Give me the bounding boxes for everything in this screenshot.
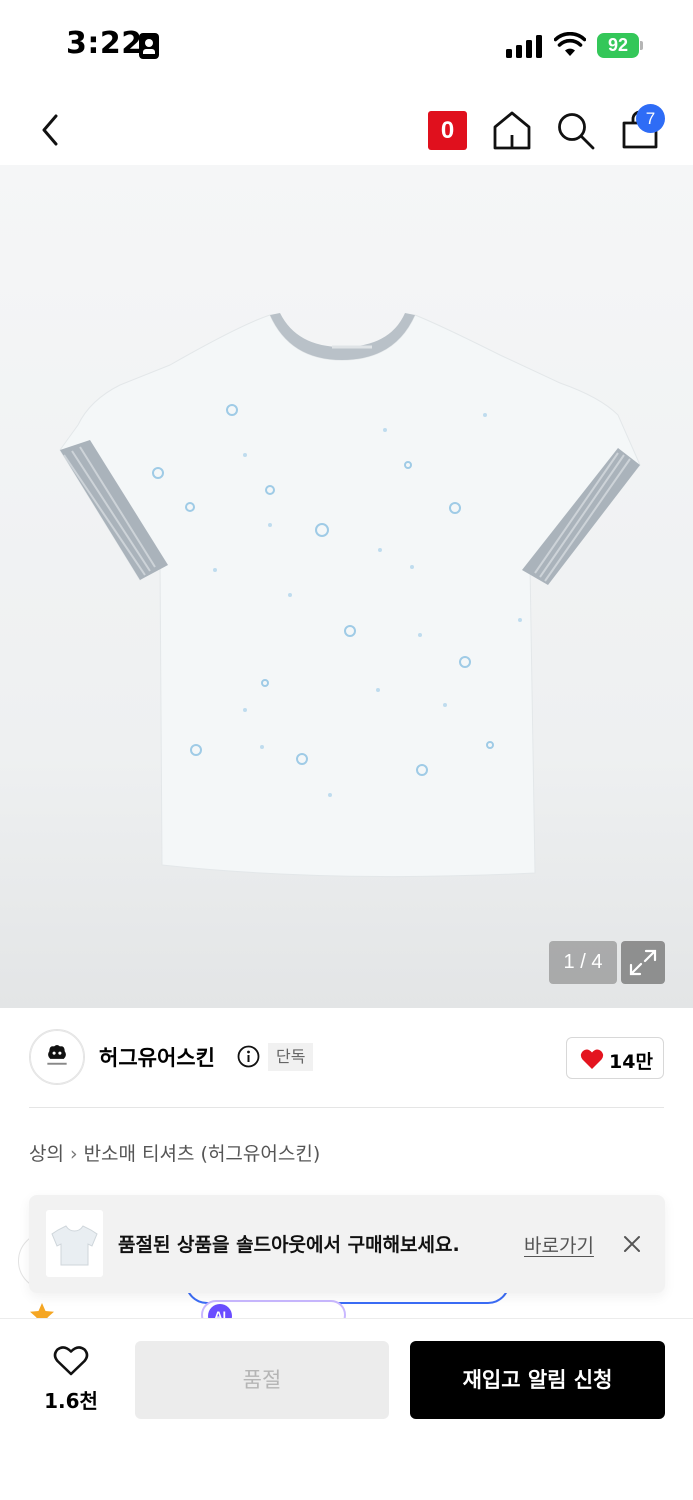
product-image-gallery[interactable] bbox=[0, 165, 693, 1008]
soldout-button[interactable]: 품절 bbox=[135, 1341, 389, 1419]
brand-row: 허그유어스킨 단독 14만 bbox=[0, 1008, 693, 1108]
home-icon[interactable] bbox=[491, 108, 533, 152]
soldout-toast: 품절된 상품을 솔드아웃에서 구매해보세요. 바로가기 bbox=[29, 1195, 665, 1293]
chevron-right-icon: › bbox=[69, 1143, 78, 1165]
exclusive-badge: 단독 bbox=[268, 1043, 314, 1071]
bottom-action-bar: 1.6천 품절 재입고 알림 신청 bbox=[0, 1318, 693, 1500]
battery-indicator: 92 bbox=[597, 33, 643, 58]
brand-name[interactable]: 허그유어스킨 bbox=[99, 1042, 215, 1072]
heart-filled-icon bbox=[580, 1049, 604, 1069]
brand-badge-button[interactable]: 0 bbox=[428, 111, 467, 150]
search-icon[interactable] bbox=[555, 108, 597, 152]
cellular-signal-icon bbox=[506, 34, 544, 58]
back-icon[interactable] bbox=[30, 108, 74, 152]
heart-outline-icon bbox=[53, 1346, 89, 1376]
wishlist-button[interactable]: 1.6천 bbox=[33, 1345, 109, 1417]
image-counter: 1 / 4 bbox=[549, 941, 617, 984]
breadcrumb-category[interactable]: 상의 bbox=[29, 1143, 64, 1165]
tshirt-image bbox=[59, 313, 641, 878]
restock-alert-button[interactable]: 재입고 알림 신청 bbox=[410, 1341, 665, 1419]
expand-icon[interactable] bbox=[621, 941, 665, 984]
close-icon[interactable] bbox=[621, 1233, 643, 1255]
breadcrumb-subcategory[interactable]: 반소매 티셔츠 (허그유어스킨) bbox=[84, 1143, 321, 1165]
toast-message: 품절된 상품을 솔드아웃에서 구매해보세요. bbox=[118, 1234, 460, 1256]
brand-logo[interactable] bbox=[29, 1029, 85, 1085]
brand-like-button[interactable]: 14만 bbox=[566, 1037, 664, 1079]
status-time: 3:22 bbox=[66, 26, 143, 61]
info-icon[interactable] bbox=[237, 1045, 260, 1068]
brand-like-count: 14만 bbox=[609, 1051, 653, 1073]
battery-level: 92 bbox=[597, 33, 639, 58]
status-bar: 3:22 92 bbox=[0, 0, 693, 92]
cart-count-badge: 7 bbox=[636, 104, 665, 133]
wifi-icon bbox=[554, 32, 586, 56]
divider bbox=[29, 1107, 664, 1108]
ai-summary-button[interactable]: AI bbox=[201, 1300, 346, 1320]
battery-tip bbox=[640, 41, 643, 50]
wishlist-count: 1.6천 bbox=[44, 1389, 98, 1413]
breadcrumb: 상의 › 반소매 티셔츠 (허그유어스킨) bbox=[29, 1139, 320, 1166]
contact-card-icon bbox=[139, 33, 159, 59]
rating-row: AI bbox=[29, 1300, 429, 1320]
toast-product-thumbnail bbox=[46, 1210, 103, 1277]
toast-go-link[interactable]: 바로가기 bbox=[524, 1231, 594, 1258]
